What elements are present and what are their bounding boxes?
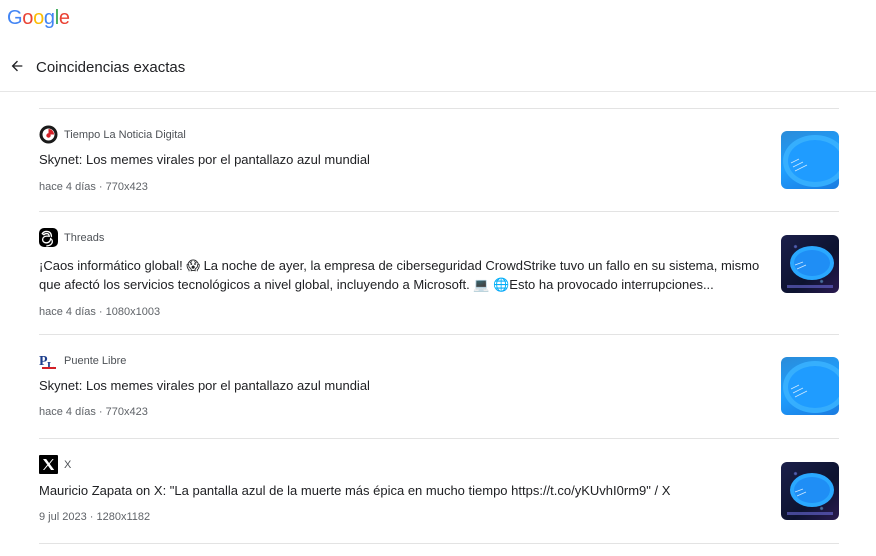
result-item[interactable]: X Mauricio Zapata on X: "La pantalla azu…	[39, 439, 839, 544]
source-name: Puente Libre	[64, 354, 127, 367]
result-meta: 9 jul 2023 · 1280x1182	[39, 511, 151, 523]
result-meta: hace 4 días · 770x423	[39, 181, 148, 193]
threads-icon	[39, 228, 58, 247]
page: Google Coincidencias exactas Tiempo La N…	[0, 0, 876, 556]
result-source[interactable]: Threads	[39, 228, 104, 247]
result-meta: hace 4 días · 770x423	[39, 406, 148, 418]
result-thumbnail[interactable]	[781, 131, 839, 189]
result-item[interactable]: P L Puente Libre Skynet: Los memes viral…	[39, 335, 839, 439]
header-bar: Coincidencias exactas	[0, 48, 876, 92]
result-thumbnail[interactable]	[781, 357, 839, 415]
results-list: Tiempo La Noticia Digital Skynet: Los me…	[39, 109, 839, 544]
result-thumbnail[interactable]	[781, 235, 839, 293]
result-thumbnail[interactable]	[781, 462, 839, 520]
result-source[interactable]: P L Puente Libre	[39, 351, 126, 370]
puente-libre-icon: P L	[39, 351, 58, 370]
result-item[interactable]: Threads ¡Caos informático global! 😱 La n…	[39, 212, 839, 335]
source-name: Threads	[64, 231, 105, 244]
result-title[interactable]: Mauricio Zapata on X: "La pantalla azul …	[39, 481, 769, 500]
result-item[interactable]: Tiempo La Noticia Digital Skynet: Los me…	[39, 109, 839, 212]
arrow-left-icon	[9, 58, 25, 79]
result-meta: hace 4 días · 1080x1003	[39, 306, 161, 318]
page-title: Coincidencias exactas	[36, 59, 186, 76]
result-title[interactable]: ¡Caos informático global! 😱 La noche de …	[39, 256, 769, 294]
source-name: X	[64, 458, 72, 471]
source-name: Tiempo La Noticia Digital	[64, 128, 186, 141]
result-title[interactable]: Skynet: Los memes virales por el pantall…	[39, 376, 769, 395]
result-title[interactable]: Skynet: Los memes virales por el pantall…	[39, 150, 769, 169]
result-source[interactable]: Tiempo La Noticia Digital	[39, 125, 186, 144]
x-icon	[39, 455, 58, 474]
tiempo-icon	[39, 125, 58, 144]
back-button[interactable]	[6, 57, 28, 79]
result-source[interactable]: X	[39, 455, 71, 474]
google-logo[interactable]: Google	[7, 6, 70, 30]
